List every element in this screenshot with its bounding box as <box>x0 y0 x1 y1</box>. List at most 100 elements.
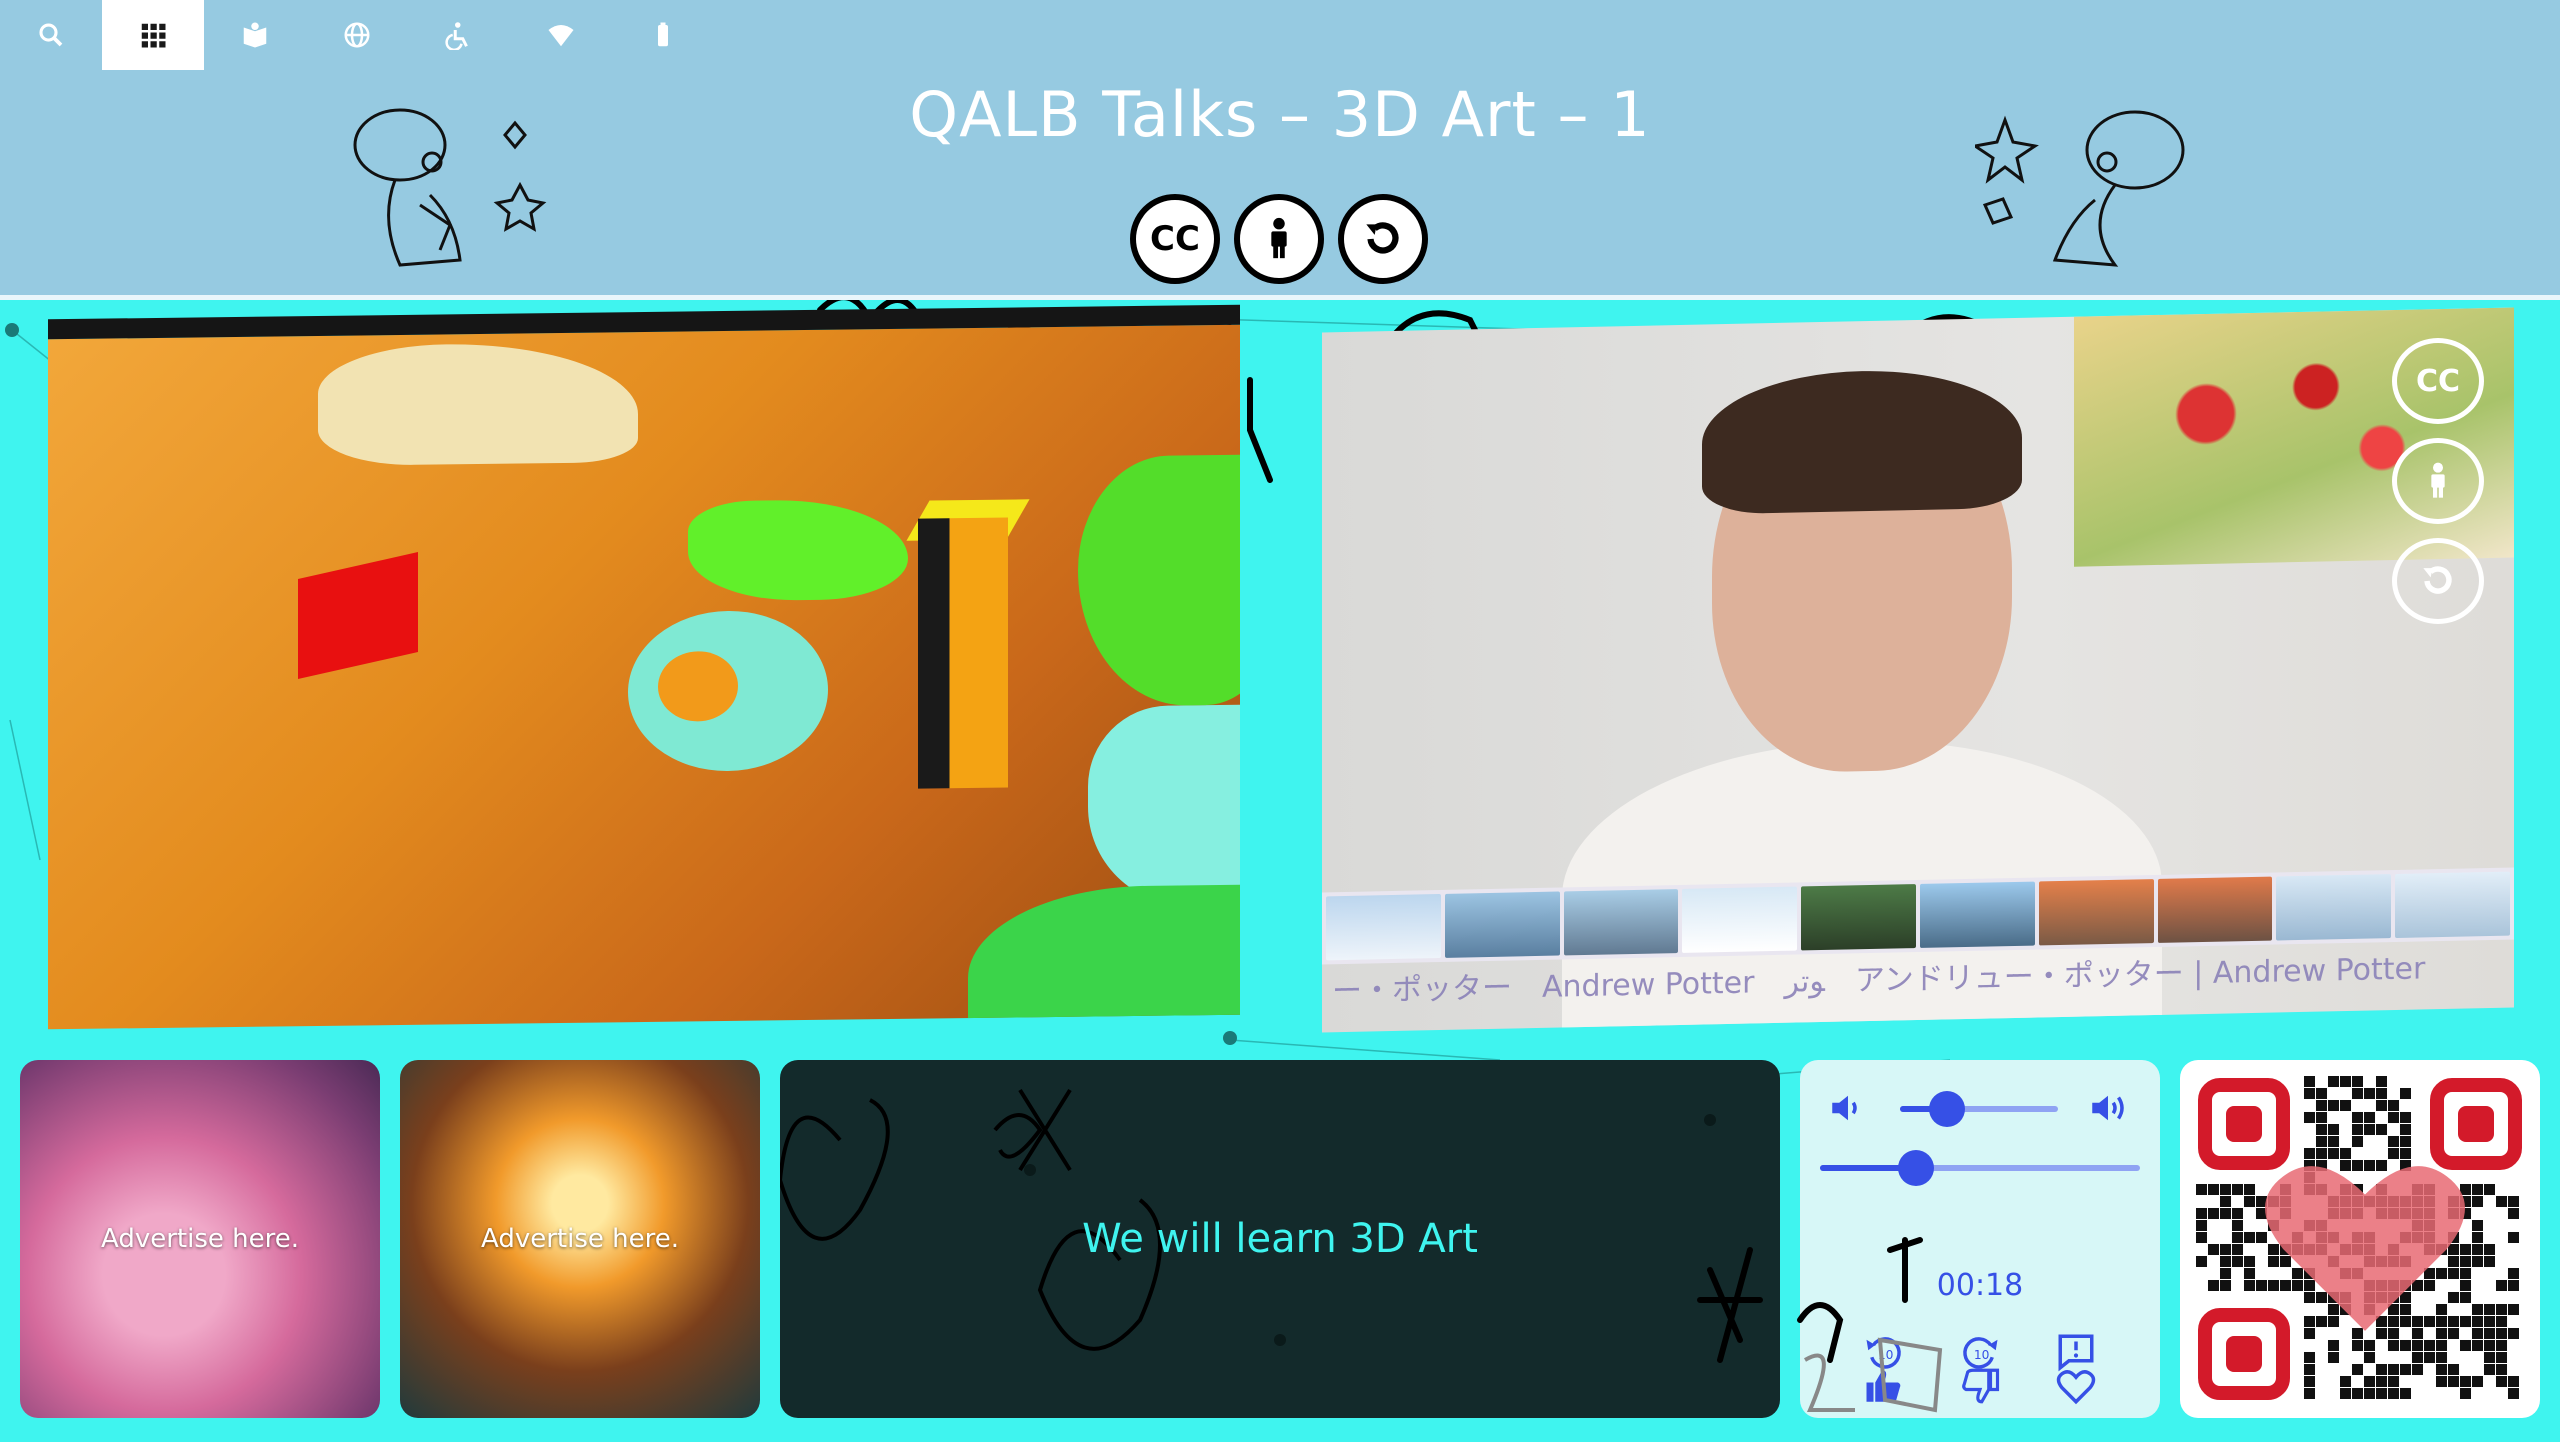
qr-module <box>2304 1376 2315 1387</box>
thumbnail[interactable] <box>2395 871 2510 939</box>
game-window[interactable]: Open window <box>48 304 1240 1030</box>
qr-module <box>2508 1388 2519 1399</box>
volume-knob[interactable] <box>1929 1091 1966 1127</box>
thumbnail[interactable] <box>1563 889 1679 956</box>
player-doodles <box>1697 1237 1943 1413</box>
thumbnail[interactable] <box>2038 879 2154 946</box>
thumbnail[interactable] <box>1919 881 2035 948</box>
qr-module <box>2208 1244 2219 1255</box>
qr-module <box>2364 1376 2375 1387</box>
language-button[interactable] <box>306 0 408 70</box>
share-alike-icon <box>2392 538 2484 624</box>
cc-icon: CC <box>2392 338 2484 424</box>
progress-knob[interactable] <box>1898 1150 1934 1186</box>
apps-button[interactable] <box>102 0 204 70</box>
qr-module <box>2340 1388 2351 1399</box>
thumbnail[interactable] <box>1801 884 1916 951</box>
media-player: 00:18 10 10 <box>1697 1060 2160 1418</box>
ad-label: Advertise here. <box>481 1224 679 1254</box>
heart-icon <box>2265 1166 2465 1331</box>
scene-pillar <box>918 517 1008 789</box>
mute-button[interactable] <box>1822 1082 1874 1134</box>
qr-module <box>2376 1388 2387 1399</box>
qr-module <box>2508 1268 2519 1279</box>
qr-module <box>2484 1184 2495 1195</box>
qr-module <box>2208 1280 2219 1291</box>
qr-module <box>2448 1364 2459 1375</box>
qr-module <box>2400 1364 2411 1375</box>
qr-module <box>2220 1244 2231 1255</box>
qr-module <box>2316 1088 2327 1099</box>
qr-module <box>2304 1352 2315 1363</box>
volume-high-icon <box>2092 1095 2124 1121</box>
accessibility-button[interactable] <box>408 0 510 70</box>
qr-module <box>2328 1100 2339 1111</box>
qr-module <box>2472 1340 2483 1351</box>
qr-module <box>2508 1304 2519 1315</box>
qr-module <box>2448 1376 2459 1387</box>
thumbnail[interactable] <box>1326 893 1441 961</box>
qr-module <box>2460 1388 2471 1399</box>
qr-module <box>2328 1340 2339 1351</box>
qr-module <box>2400 1112 2411 1123</box>
qr-module <box>2352 1124 2363 1135</box>
qr-module <box>2208 1184 2219 1195</box>
qr-module <box>2316 1100 2327 1111</box>
ad-slot[interactable]: Advertise here. <box>400 1060 760 1418</box>
qr-module <box>2196 1220 2207 1231</box>
volume-up-button[interactable] <box>2082 1082 2134 1134</box>
caption-text: We will learn 3D Art <box>1082 1216 1478 1262</box>
qr-module <box>2220 1208 2231 1219</box>
video-license-icons: CC <box>2392 338 2484 624</box>
alien-doodle-right <box>1975 110 2185 267</box>
caption-panel: We will learn 3D Art <box>780 1060 1780 1418</box>
toolbar <box>0 0 714 70</box>
search-button[interactable] <box>0 0 102 70</box>
ad-slot[interactable]: Advertise here. <box>20 1060 380 1418</box>
volume-low-icon <box>1832 1095 1857 1121</box>
qr-module <box>2508 1376 2519 1387</box>
qr-code[interactable] <box>2180 1060 2540 1418</box>
qr-module <box>2208 1208 2219 1219</box>
battery-button[interactable] <box>612 0 714 70</box>
thumbnail[interactable] <box>1682 886 1798 953</box>
qr-module <box>2496 1280 2507 1291</box>
qr-module <box>2412 1340 2423 1351</box>
qr-module <box>2400 1340 2411 1351</box>
thumbnail[interactable] <box>1444 891 1560 958</box>
qr-module <box>2304 1088 2315 1099</box>
favorite-button[interactable] <box>2050 1360 2102 1412</box>
qr-module <box>2376 1124 2387 1135</box>
qr-module <box>2484 1244 2495 1255</box>
qr-module <box>2304 1388 2315 1399</box>
qr-module <box>2508 1328 2519 1339</box>
attribution-icon <box>2392 438 2484 524</box>
thumbnail[interactable] <box>2157 876 2273 943</box>
qr-module <box>2460 1340 2471 1351</box>
qr-module <box>2412 1364 2423 1375</box>
book-icon <box>243 22 267 48</box>
qr-module <box>2340 1376 2351 1387</box>
qr-module <box>2220 1280 2231 1291</box>
qr-module <box>2340 1076 2351 1087</box>
speaker-video[interactable]: ー・ポッター Andrew Potter ﻮﺗﺮ アンドリュー・ポッター | A… <box>1322 307 2514 1033</box>
qr-module <box>2196 1184 2207 1195</box>
qr-module <box>2376 1088 2387 1099</box>
qr-module <box>2388 1100 2399 1111</box>
header: QALB Talks – 3D Art – 1 CC <box>0 0 2560 300</box>
qr-module <box>2496 1304 2507 1315</box>
qr-module <box>2328 1076 2339 1087</box>
qr-module <box>2220 1256 2231 1267</box>
qr-module <box>2340 1100 2351 1111</box>
qr-module <box>2352 1112 2363 1123</box>
scene-grass <box>688 498 908 602</box>
scene-red-cube <box>298 552 418 679</box>
thumbnail[interactable] <box>2276 874 2392 941</box>
book-button[interactable] <box>204 0 306 70</box>
qr-module <box>2388 1376 2399 1387</box>
license-badges: CC <box>1130 194 1428 284</box>
qr-module <box>2196 1232 2207 1243</box>
battery-icon <box>658 22 668 47</box>
alien-doodle-left <box>353 108 547 267</box>
network-button[interactable] <box>510 0 612 70</box>
